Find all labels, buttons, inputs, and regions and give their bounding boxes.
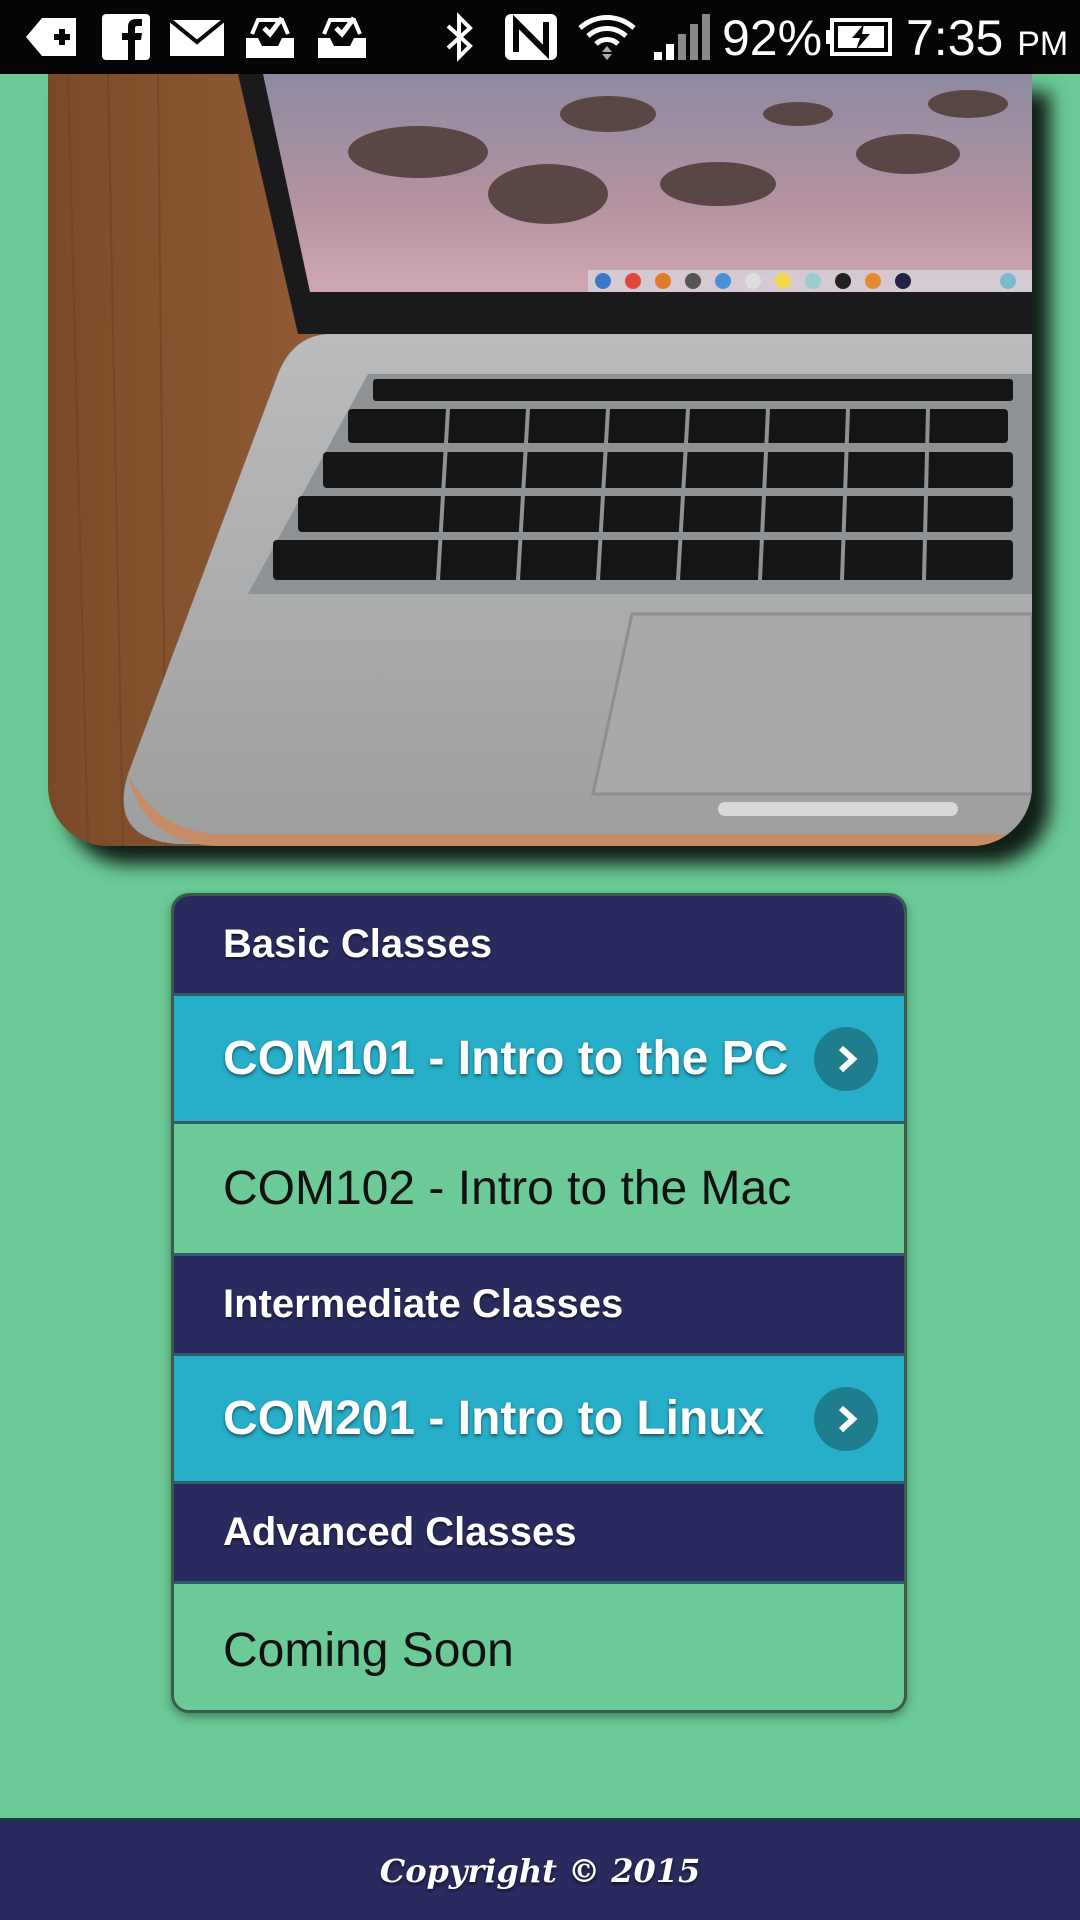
class-item-label: COM102 - Intro to the Mac xyxy=(223,1162,792,1215)
facebook-icon xyxy=(102,14,150,60)
chevron-right-icon xyxy=(814,1386,878,1451)
status-bar: 92% 7:35 PM xyxy=(0,0,1080,74)
hero-laptop-image xyxy=(48,74,1032,846)
class-item-label: COM101 - Intro to the PC xyxy=(223,1032,789,1085)
mail-icon xyxy=(168,18,226,56)
class-item-label: Coming Soon xyxy=(223,1623,514,1677)
section-header-label: Basic Classes xyxy=(223,922,493,966)
footer: Copyright © 2015 xyxy=(0,1818,1080,1920)
section-header-label: Intermediate Classes xyxy=(223,1282,624,1326)
section-header-advanced: Advanced Classes xyxy=(174,1484,904,1584)
clock-time: 7:35 xyxy=(906,10,1004,66)
class-item-label: COM201 - Intro to Linux xyxy=(223,1392,765,1445)
nfc-icon xyxy=(505,14,557,60)
clock: 7:35 PM xyxy=(906,10,1068,72)
battery-charging-icon xyxy=(826,18,892,56)
chevron-right-icon xyxy=(814,1026,878,1091)
inbox-check-icon xyxy=(246,16,294,58)
battery-percent: 92% xyxy=(722,10,823,66)
clock-ampm: PM xyxy=(1017,25,1069,63)
section-header-basic: Basic Classes xyxy=(174,896,904,996)
wifi-icon xyxy=(578,15,636,60)
class-item-com201[interactable]: COM201 - Intro to Linux xyxy=(174,1356,904,1484)
bluetooth-icon xyxy=(446,12,473,62)
class-item-com101[interactable]: COM101 - Intro to the PC xyxy=(174,996,904,1124)
plus-notification-icon xyxy=(26,18,76,56)
section-header-label: Advanced Classes xyxy=(223,1510,577,1554)
class-item-com102: COM102 - Intro to the Mac xyxy=(174,1124,904,1256)
laptop-photo xyxy=(48,74,1032,846)
inbox-check-icon xyxy=(318,16,366,58)
class-list: Basic Classes COM101 - Intro to the PC C… xyxy=(171,893,907,1713)
section-header-intermediate: Intermediate Classes xyxy=(174,1256,904,1356)
copyright-text: Copyright © 2015 xyxy=(379,1851,701,1890)
cell-signal-icon xyxy=(654,14,710,60)
class-item-coming-soon: Coming Soon xyxy=(174,1584,904,1710)
